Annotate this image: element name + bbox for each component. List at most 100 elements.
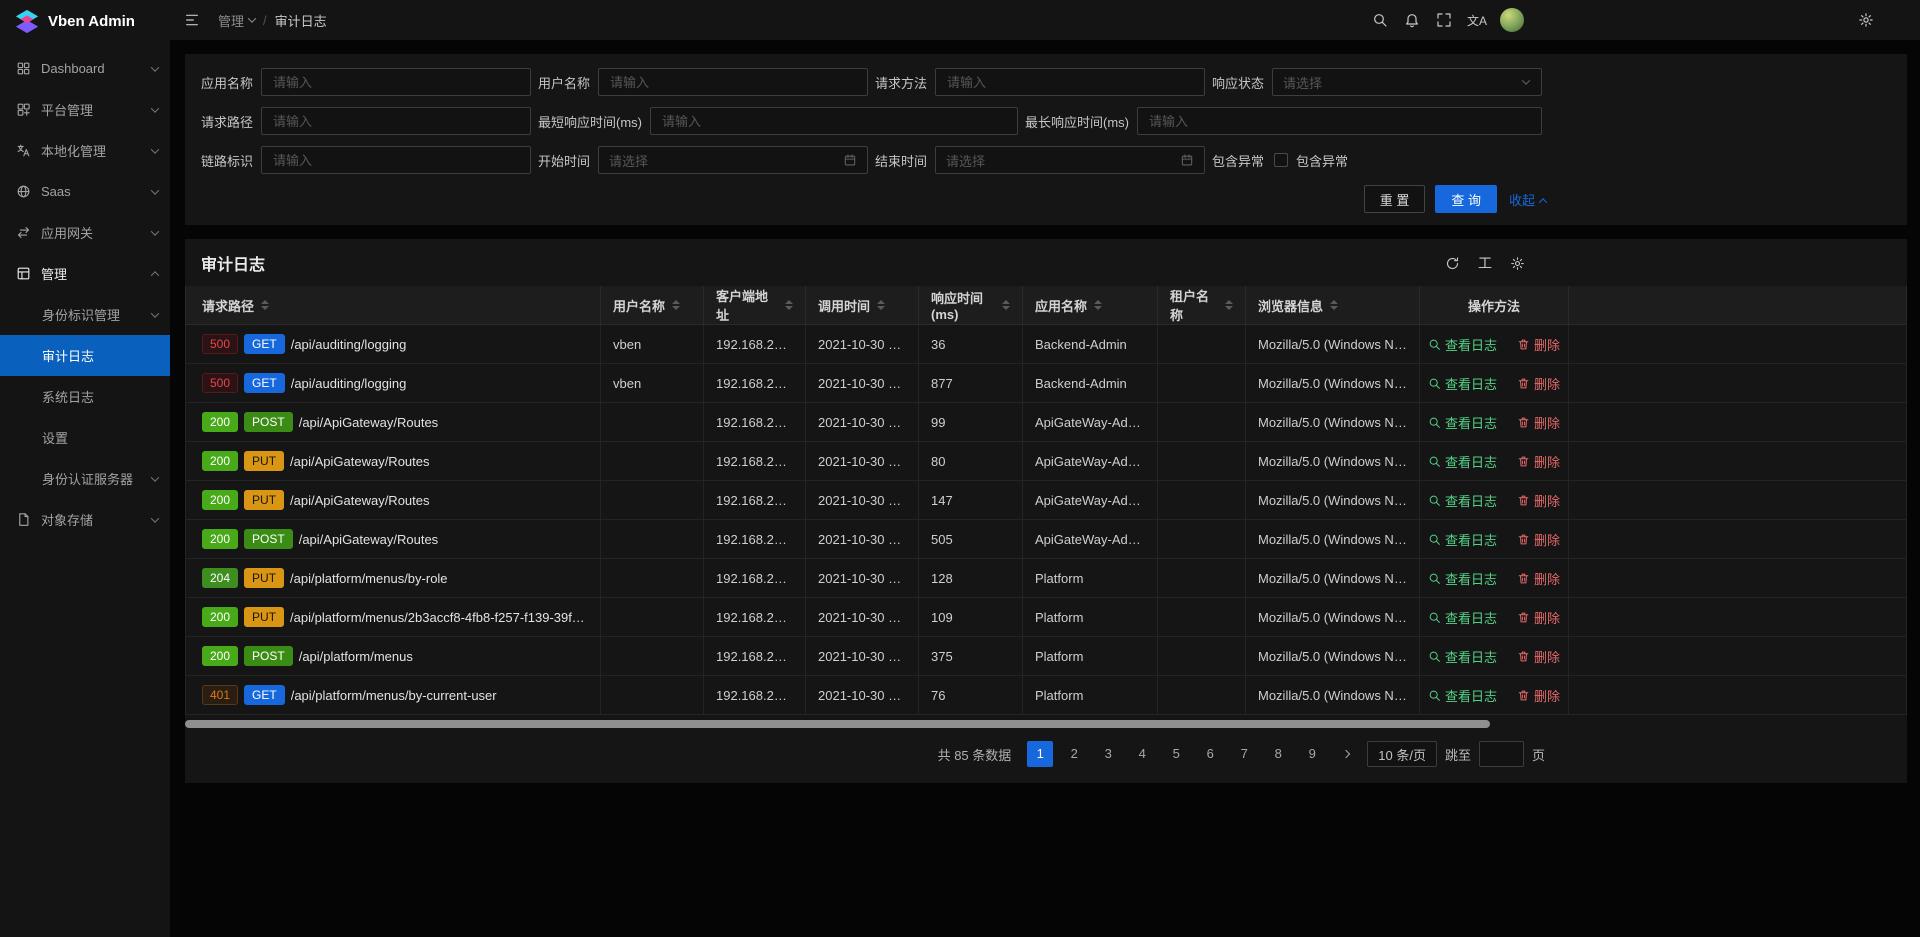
trace-id-input[interactable]: [261, 146, 531, 174]
view-log-button[interactable]: 查看日志: [1428, 530, 1497, 549]
column-header-time[interactable]: 调用时间: [806, 286, 919, 325]
magnifier-icon: [1428, 377, 1441, 390]
delete-button[interactable]: 删除: [1517, 569, 1560, 588]
column-header-tenant[interactable]: 租户名称: [1158, 286, 1246, 325]
sort-icon[interactable]: [785, 300, 793, 310]
http-method-input[interactable]: [935, 68, 1205, 96]
sidebar-item-5[interactable]: 管理: [0, 253, 170, 294]
view-log-button[interactable]: 查看日志: [1428, 413, 1497, 432]
delete-button[interactable]: 删除: [1517, 452, 1560, 471]
delete-button[interactable]: 删除: [1517, 686, 1560, 705]
page-button-8[interactable]: 8: [1265, 741, 1291, 767]
sidebar-item-1[interactable]: 平台管理: [0, 89, 170, 130]
density-icon[interactable]: 工: [1478, 256, 1492, 270]
sort-icon[interactable]: [877, 300, 885, 310]
sidebar-item-0[interactable]: Dashboard: [0, 48, 170, 89]
sort-icon[interactable]: [1094, 300, 1102, 310]
page-button-6[interactable]: 6: [1197, 741, 1223, 767]
delete-button[interactable]: 删除: [1517, 608, 1560, 627]
avatar[interactable]: [1500, 8, 1524, 32]
jump-page-input[interactable]: [1479, 741, 1524, 767]
sidebar-subitem-5-2[interactable]: 系统日志: [0, 376, 170, 417]
request-path-input[interactable]: [261, 107, 531, 135]
page-button-5[interactable]: 5: [1163, 741, 1189, 767]
page-button-1[interactable]: 1: [1027, 741, 1053, 767]
sidebar-item-6[interactable]: 对象存储: [0, 499, 170, 540]
page-button-4[interactable]: 4: [1129, 741, 1155, 767]
sidebar-subitem-5-0[interactable]: 身份标识管理: [0, 294, 170, 335]
delete-button[interactable]: 删除: [1517, 335, 1560, 354]
sidebar-subitem-5-3[interactable]: 设置: [0, 417, 170, 458]
menu-fold-icon[interactable]: [170, 0, 210, 40]
translate-icon[interactable]: 文A: [1460, 0, 1494, 40]
delete-button[interactable]: 删除: [1517, 491, 1560, 510]
column-header-ip[interactable]: 客户端地址: [704, 286, 806, 325]
breadcrumb-item-0[interactable]: 管理: [218, 11, 255, 30]
view-log-button[interactable]: 查看日志: [1428, 569, 1497, 588]
horizontal-scrollbar[interactable]: [185, 720, 1907, 728]
client-ip-cell: 192.168.240.1: [704, 364, 806, 403]
fullscreen-icon[interactable]: [1428, 0, 1460, 40]
tenant-name-cell: [1158, 598, 1246, 637]
collapse-button[interactable]: 收起: [1509, 190, 1546, 209]
view-log-button[interactable]: 查看日志: [1428, 452, 1497, 471]
response-status-select[interactable]: 请选择: [1272, 68, 1542, 96]
breadcrumb-item-1[interactable]: 审计日志: [275, 11, 327, 30]
refresh-icon[interactable]: [1445, 256, 1460, 271]
delete-button[interactable]: 删除: [1517, 647, 1560, 666]
view-log-button[interactable]: 查看日志: [1428, 686, 1497, 705]
column-header-app[interactable]: 应用名称: [1023, 286, 1158, 325]
view-log-button[interactable]: 查看日志: [1428, 374, 1497, 393]
column-header-user[interactable]: 用户名称: [601, 286, 704, 325]
sort-icon[interactable]: [1225, 300, 1233, 310]
delete-button[interactable]: 删除: [1517, 374, 1560, 393]
settings-gear-icon[interactable]: [1850, 0, 1882, 40]
min-response-ms-input[interactable]: [650, 107, 1018, 135]
sidebar-item-label: 平台管理: [41, 100, 93, 119]
sort-icon[interactable]: [1002, 300, 1010, 310]
sort-icon[interactable]: [261, 300, 269, 310]
column-header-browser[interactable]: 浏览器信息: [1246, 286, 1420, 325]
user-name-input[interactable]: [598, 68, 868, 96]
logo[interactable]: Vben Admin: [0, 0, 170, 42]
search-icon[interactable]: [1364, 0, 1396, 40]
view-log-button[interactable]: 查看日志: [1428, 647, 1497, 666]
page-button-3[interactable]: 3: [1095, 741, 1121, 767]
sidebar-subitem-5-1[interactable]: 审计日志: [0, 335, 170, 376]
call-time-cell: 2021-10-30 11:31: [806, 403, 919, 442]
view-log-button[interactable]: 查看日志: [1428, 335, 1497, 354]
view-log-button[interactable]: 查看日志: [1428, 491, 1497, 510]
start-time-datepicker[interactable]: 请选择: [598, 146, 868, 174]
sort-icon[interactable]: [1330, 300, 1338, 310]
reset-button[interactable]: 重 置: [1364, 185, 1426, 213]
app-name-input[interactable]: [261, 68, 531, 96]
column-settings-icon[interactable]: [1510, 256, 1525, 271]
filler-cell: [1569, 481, 1907, 520]
has-exception-checkbox[interactable]: [1274, 153, 1288, 167]
field-app-name: 应用名称: [201, 68, 531, 96]
page-size-select[interactable]: 10 条/页: [1367, 741, 1437, 767]
page-button-7[interactable]: 7: [1231, 741, 1257, 767]
delete-button[interactable]: 删除: [1517, 530, 1560, 549]
column-header-path[interactable]: 请求路径: [186, 286, 601, 325]
field-end-time: 结束时间请选择: [875, 146, 1205, 174]
page-button-2[interactable]: 2: [1061, 741, 1087, 767]
delete-button[interactable]: 删除: [1517, 413, 1560, 432]
sidebar-item-3[interactable]: Saas: [0, 171, 170, 212]
max-response-ms-input[interactable]: [1137, 107, 1542, 135]
user-name-cell: [601, 403, 704, 442]
sort-icon[interactable]: [672, 300, 680, 310]
bell-icon[interactable]: [1396, 0, 1428, 40]
next-page-button[interactable]: [1333, 741, 1359, 767]
sidebar-item-4[interactable]: 应用网关: [0, 212, 170, 253]
view-log-button[interactable]: 查看日志: [1428, 608, 1497, 627]
user-name-cell: [601, 637, 704, 676]
search-button[interactable]: 查 询: [1435, 185, 1497, 213]
end-time-datepicker[interactable]: 请选择: [935, 146, 1205, 174]
user-name-cell: [601, 442, 704, 481]
sidebar-item-2[interactable]: 本地化管理: [0, 130, 170, 171]
scrollbar-thumb[interactable]: [185, 720, 1490, 728]
page-button-9[interactable]: 9: [1299, 741, 1325, 767]
sidebar-subitem-5-4[interactable]: 身份认证服务器: [0, 458, 170, 499]
column-header-ms[interactable]: 响应时间(ms): [919, 286, 1023, 325]
